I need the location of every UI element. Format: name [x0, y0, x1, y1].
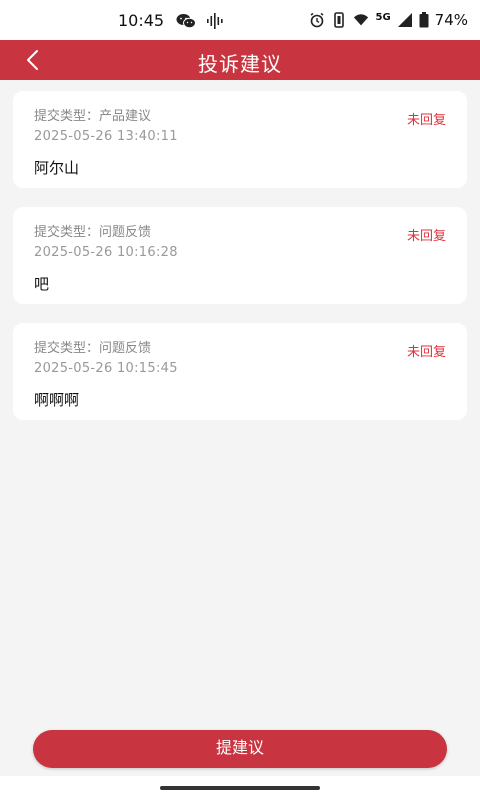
- feedback-content: 啊啊啊: [34, 391, 80, 409]
- page-title: 投诉建议: [198, 52, 282, 76]
- submit-suggestion-button[interactable]: 提建议: [33, 730, 447, 768]
- status-bar: 10:45 5G 74%: [0, 0, 480, 40]
- voice-icon: [207, 13, 223, 29]
- feedback-card[interactable]: 提交类型：问题反馈 未回复 2025-05-26 10:16:28 吧: [13, 207, 467, 304]
- feedback-type: 提交类型：产品建议: [34, 109, 152, 124]
- feedback-card[interactable]: 提交类型：问题反馈 未回复 2025-05-26 10:15:45 啊啊啊: [13, 323, 467, 420]
- battery-percent: 74%: [434, 11, 468, 29]
- wifi-icon: [354, 14, 369, 26]
- feedback-content: 吧: [34, 275, 50, 293]
- status-time: 10:45: [118, 11, 165, 30]
- feedback-type: 提交类型：问题反馈: [34, 341, 152, 356]
- home-indicator[interactable]: [160, 786, 320, 790]
- feedback-time: 2025-05-26 10:16:28: [34, 245, 178, 260]
- feedback-type: 提交类型：问题反馈: [34, 225, 152, 240]
- wechat-icon: [176, 14, 196, 29]
- reply-status-badge: 未回复: [406, 345, 446, 360]
- header-bar: 投诉建议: [0, 40, 480, 80]
- feedback-content: 阿尔山: [34, 159, 80, 177]
- feedback-time: 2025-05-26 10:15:45: [34, 361, 178, 376]
- status-right-group: 5G 74%: [309, 11, 468, 29]
- alarm-icon: [311, 12, 324, 28]
- feedback-list: 提交类型：产品建议 未回复 2025-05-26 13:40:11 阿尔山 提交…: [13, 91, 467, 439]
- feedback-card[interactable]: 提交类型：产品建议 未回复 2025-05-26 13:40:11 阿尔山: [13, 91, 467, 188]
- network-type: 5G: [375, 11, 391, 23]
- reply-status-badge: 未回复: [406, 229, 446, 244]
- reply-status-badge: 未回复: [406, 113, 446, 128]
- vibrate-icon: [334, 12, 345, 28]
- signal-icon: [397, 13, 412, 27]
- battery-icon: [419, 12, 429, 28]
- feedback-time: 2025-05-26 13:40:11: [34, 129, 178, 144]
